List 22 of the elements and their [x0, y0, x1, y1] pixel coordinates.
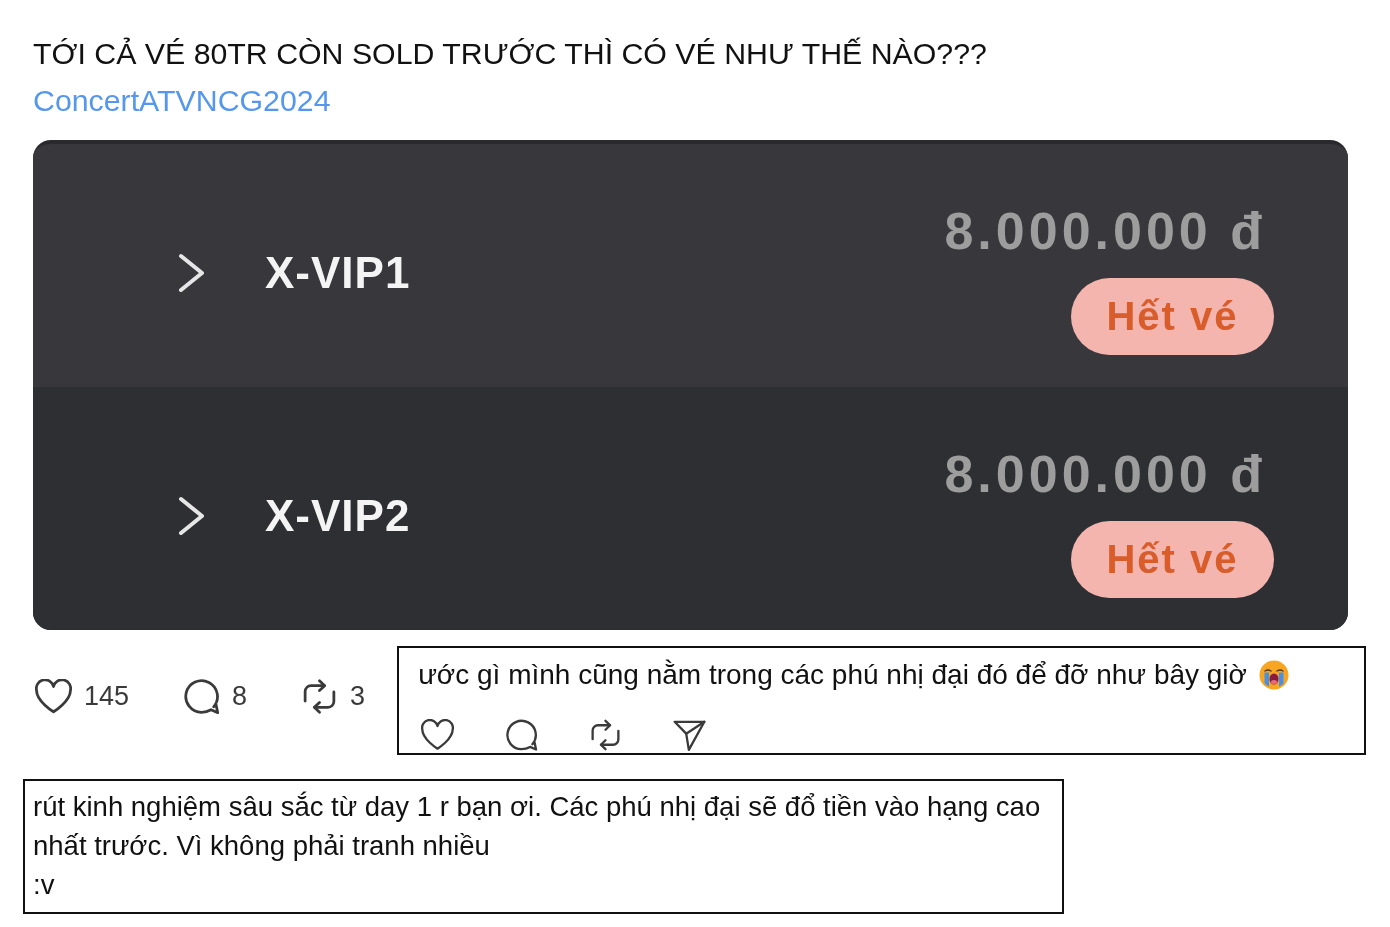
ticket-name: X-VIP2 — [265, 489, 411, 542]
ticket-price: 8.000.000 đ — [944, 445, 1266, 503]
send-icon[interactable] — [673, 719, 707, 751]
like-button[interactable]: 145 — [35, 678, 130, 714]
chevron-right-icon — [178, 495, 205, 536]
comment-button[interactable]: 8 — [183, 678, 248, 714]
speech-bubble-icon[interactable] — [505, 719, 539, 751]
chevron-right-icon — [178, 252, 205, 293]
speech-bubble-icon — [183, 678, 221, 714]
sold-out-badge: Hết vé — [1071, 521, 1274, 598]
ticket-price: 8.000.000 đ — [944, 202, 1266, 260]
heart-icon[interactable] — [421, 719, 455, 751]
ticket-row[interactable]: X-VIP1 8.000.000 đ Hết vé — [33, 144, 1348, 387]
sold-out-badge: Hết vé — [1071, 278, 1274, 355]
crying-face-icon — [1258, 660, 1289, 690]
repost-button[interactable]: 3 — [301, 678, 366, 714]
ticket-name: X-VIP1 — [265, 246, 411, 299]
repost-icon[interactable] — [589, 719, 623, 751]
post-title: TỚI CẢ VÉ 80TR CÒN SOLD TRƯỚC THÌ CÓ VÉ NHƯ THẾ NÀO??? — [33, 36, 987, 72]
heart-icon — [35, 678, 72, 714]
comment-text: rút kinh nghiệm sâu sắc từ day 1 r bạn ơi. Các phú nhị đại sẽ đổ tiền vào hạng cao nhất trước. Vì không phải tranh nhiều :v — [33, 790, 1042, 902]
comment-text: ước gì mình cũng nằm trong các phú nhị đại đó để đỡ như bây giờ — [418, 658, 1247, 692]
